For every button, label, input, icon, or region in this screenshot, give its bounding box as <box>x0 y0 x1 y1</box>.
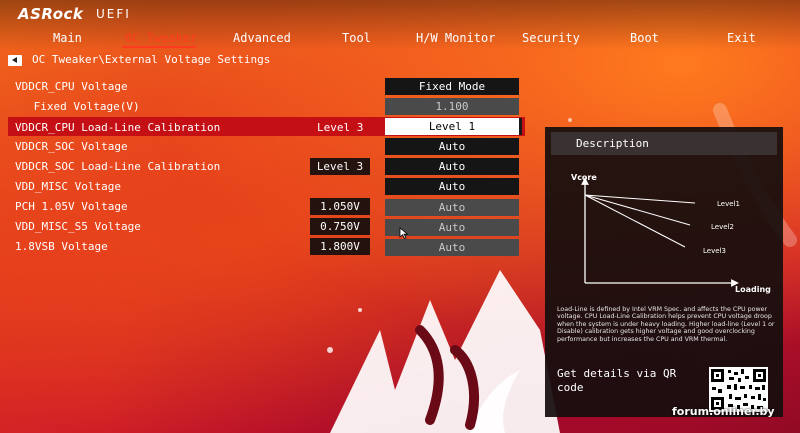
tab-oc-tweaker[interactable]: OC Tweaker <box>125 31 197 45</box>
top-bar: ASRock UEFI Main OC Tweaker Advanced Too… <box>0 0 800 50</box>
current-value-pch-voltage: 1.050V <box>310 198 370 215</box>
qr-hint: Get details via QR code <box>557 367 677 394</box>
mouse-pointer-icon <box>399 227 409 239</box>
tab-hw-monitor[interactable]: H/W Monitor <box>416 31 495 45</box>
back-arrow-icon[interactable] <box>8 55 22 66</box>
option-vddcr-cpu-llc[interactable]: Level 1 <box>385 118 522 135</box>
option-vddcr-cpu-voltage[interactable]: Fixed Mode <box>385 78 519 95</box>
setting-label-vddcr-soc-llc[interactable]: VDDCR_SOC Load-Line Calibration <box>15 160 220 173</box>
tab-boot[interactable]: Boot <box>630 31 659 45</box>
tab-exit[interactable]: Exit <box>727 31 756 45</box>
y-axis-label: Vcore <box>571 173 597 182</box>
level1-label: Level1 <box>717 200 740 208</box>
option-pch-voltage[interactable]: Auto <box>385 199 519 216</box>
setting-label-vdd-misc-s5-voltage[interactable]: VDD_MISC_S5 Voltage <box>15 220 141 233</box>
setting-label-vddcr-cpu-voltage[interactable]: VDDCR_CPU Voltage <box>15 80 128 93</box>
setting-label-fixed-voltage[interactable]: Fixed Voltage(V) <box>27 100 140 113</box>
level1-line <box>584 194 696 204</box>
setting-label-vddcr-soc-voltage[interactable]: VDDCR_SOC Voltage <box>15 140 128 153</box>
setting-label-vddcr-cpu-llc[interactable]: VDDCR_CPU Load-Line Calibration <box>15 121 220 134</box>
option-vddcr-soc-llc[interactable]: Auto <box>385 158 519 175</box>
tab-tool[interactable]: Tool <box>342 31 371 45</box>
tab-main[interactable]: Main <box>53 31 82 45</box>
setting-label-pch-voltage[interactable]: PCH 1.05V Voltage <box>15 200 128 213</box>
load-line-diagram: Vcore Loading Level1 Level2 Level3 <box>571 173 771 294</box>
asrock-logo: ASRock <box>18 5 84 23</box>
level2-line <box>584 194 691 226</box>
level3-line <box>584 194 686 248</box>
description-panel: Description Vcore Loading Level1 Level2 … <box>545 127 783 417</box>
current-value-vdd-misc-s5-voltage: 0.750V <box>310 218 370 235</box>
breadcrumb: OC Tweaker\External Voltage Settings <box>32 53 271 66</box>
option-vdd-misc-voltage[interactable]: Auto <box>385 178 519 195</box>
option-1-8vsb-voltage[interactable]: Auto <box>385 239 519 256</box>
setting-label-vdd-misc-voltage[interactable]: VDD_MISC Voltage <box>15 180 121 193</box>
description-text: Load-Line is defined by Intel VRM Spec. … <box>557 306 775 343</box>
watermark: forum.onliner.by <box>672 405 775 418</box>
active-tab-indicator <box>122 46 196 48</box>
x-axis-label: Loading <box>735 285 771 294</box>
current-value-1-8vsb-voltage: 1.800V <box>310 238 370 255</box>
setting-label-1-8vsb-voltage[interactable]: 1.8VSB Voltage <box>15 240 108 253</box>
level2-label: Level2 <box>711 223 734 231</box>
current-value-vddcr-soc-llc: Level 3 <box>310 158 370 175</box>
tab-advanced[interactable]: Advanced <box>233 31 291 45</box>
uefi-label: UEFI <box>96 7 131 21</box>
option-fixed-voltage[interactable]: 1.100 <box>385 98 519 115</box>
tab-security[interactable]: Security <box>522 31 580 45</box>
level3-label: Level3 <box>703 247 726 255</box>
option-vddcr-soc-voltage[interactable]: Auto <box>385 138 519 155</box>
current-value-vddcr-cpu-llc: Level 3 <box>317 121 364 134</box>
description-title: Description <box>576 137 649 150</box>
